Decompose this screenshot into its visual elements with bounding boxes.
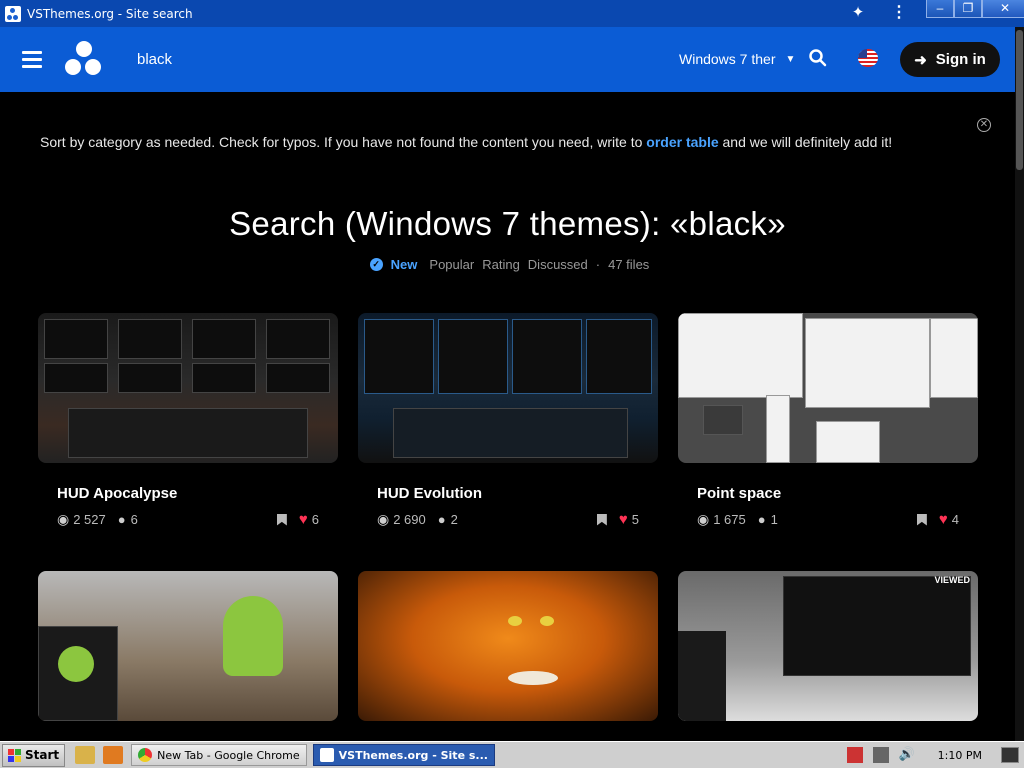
comments-icon: ● <box>437 512 446 527</box>
extensions-puzzle-icon[interactable]: ✦ <box>849 4 867 22</box>
theme-thumbnail[interactable] <box>38 571 338 721</box>
clock[interactable]: 1:10 PM <box>938 749 982 762</box>
theme-stats: ◉ 2 690 ● 2 ♥ 5 <box>377 511 639 528</box>
minimize-button[interactable]: – <box>926 0 954 18</box>
site-favicon-icon <box>5 5 21 22</box>
action-center-icon[interactable] <box>846 747 863 763</box>
theme-card[interactable]: VIEWED <box>678 571 978 721</box>
order-table-link[interactable]: order table <box>646 134 718 150</box>
hamburger-menu-icon[interactable] <box>22 51 42 68</box>
theme-thumbnail[interactable]: VIEWED <box>678 571 978 721</box>
views-count: 2 527 <box>73 512 106 527</box>
taskbar-item-vsthemes[interactable]: VSThemes.org - Site s... <box>312 744 495 766</box>
theme-card[interactable] <box>38 571 338 721</box>
chrome-icon <box>138 748 153 762</box>
views-icon: ◉ <box>697 511 710 527</box>
chevron-down-icon: ▼ <box>785 53 796 65</box>
windows-logo-icon <box>8 748 21 762</box>
comments-count: 2 <box>450 512 458 527</box>
volume-icon[interactable]: 🔊 <box>899 747 915 763</box>
theme-title[interactable]: Point space <box>697 485 781 502</box>
theme-title[interactable]: HUD Apocalypse <box>57 485 177 502</box>
sort-rating[interactable]: Rating <box>482 257 520 272</box>
category-dropdown[interactable]: Windows 7 ther ▼ <box>679 51 795 67</box>
window-controls: – ❐ ✕ <box>926 0 1024 18</box>
views-icon: ◉ <box>57 511 70 527</box>
close-button[interactable]: ✕ <box>982 0 1024 18</box>
close-notice-icon[interactable]: ✕ <box>977 118 991 132</box>
notice-text-after: and we will definitely add it! <box>722 134 893 150</box>
sort-new[interactable]: ✓ New <box>366 257 422 272</box>
category-dropdown-label: Windows 7 ther <box>679 51 776 67</box>
language-flag-icon[interactable] <box>858 49 878 67</box>
theme-title[interactable]: HUD Evolution <box>377 485 482 502</box>
comments-icon: ● <box>117 512 126 527</box>
site-header: black Windows 7 ther ▼ ➜ Sign in <box>0 27 1015 92</box>
theme-thumbnail[interactable] <box>358 571 658 721</box>
restore-button[interactable]: ❐ <box>954 0 982 18</box>
theme-thumbnail[interactable] <box>38 313 338 463</box>
system-tray: 🔊 1:10 PM <box>842 742 1024 768</box>
comments-count: 6 <box>130 512 138 527</box>
comments-icon: ● <box>757 512 766 527</box>
window-title: VSThemes.org - Site search <box>27 6 193 21</box>
browser-menu-icon[interactable]: ⋮ <box>890 4 908 22</box>
windows-taskbar: Start New Tab - Google Chrome VSThemes.o… <box>0 741 1024 768</box>
theme-thumbnail[interactable] <box>358 313 658 463</box>
views-count: 1 675 <box>713 512 746 527</box>
vsthemes-icon <box>319 748 334 762</box>
theme-card[interactable]: HUD Apocalypse ◉ 2 527 ● 6 ♥ 6 <box>38 313 338 528</box>
browser-titlebar: VSThemes.org - Site search ✦ ⋮ – ❐ ✕ <box>0 0 1024 27</box>
sort-bar: ✓ New Popular Rating Discussed · 47 file… <box>0 257 1015 272</box>
bookmark-icon[interactable] <box>916 513 927 526</box>
search-query[interactable]: black <box>137 51 172 68</box>
taskbar-item-label: New Tab - Google Chrome <box>157 748 300 762</box>
sort-popular[interactable]: Popular <box>429 257 474 272</box>
heart-icon[interactable]: ♥ <box>939 511 948 528</box>
page-scrollbar[interactable] <box>1015 27 1024 741</box>
likes-count: 4 <box>951 512 959 527</box>
sign-in-button[interactable]: ➜ Sign in <box>900 42 1000 77</box>
file-count: 47 files <box>608 257 650 272</box>
likes-count: 5 <box>631 512 639 527</box>
sort-new-label: New <box>390 257 418 272</box>
show-desktop-icon[interactable] <box>1001 747 1019 763</box>
views-icon: ◉ <box>377 511 390 527</box>
heart-icon[interactable]: ♥ <box>299 511 308 528</box>
sort-discussed[interactable]: Discussed <box>528 257 588 272</box>
search-notice: Sort by category as needed. Check for ty… <box>40 134 892 150</box>
sign-in-icon: ➜ <box>914 51 927 69</box>
theme-stats: ◉ 1 675 ● 1 ♥ 4 <box>697 511 959 528</box>
check-icon: ✓ <box>369 258 383 271</box>
site-logo[interactable] <box>65 41 103 77</box>
comments-count: 1 <box>770 512 778 527</box>
start-button[interactable]: Start <box>2 743 66 767</box>
taskbar-item-chrome[interactable]: New Tab - Google Chrome <box>131 744 307 766</box>
theme-stats: ◉ 2 527 ● 6 ♥ 6 <box>57 511 319 528</box>
theme-card[interactable]: Point space ◉ 1 675 ● 1 ♥ 4 <box>678 313 978 528</box>
theme-card[interactable]: HUD Evolution ◉ 2 690 ● 2 ♥ 5 <box>358 313 658 528</box>
viewed-badge: VIEWED <box>934 575 970 585</box>
taskbar-item-label: VSThemes.org - Site s... <box>338 748 488 762</box>
network-icon[interactable] <box>872 747 889 763</box>
theme-thumbnail[interactable] <box>678 313 978 463</box>
bookmark-icon[interactable] <box>276 513 287 526</box>
theme-card[interactable] <box>358 571 658 721</box>
views-count: 2 690 <box>393 512 426 527</box>
heart-icon[interactable]: ♥ <box>619 511 628 528</box>
page-title: Search (Windows 7 themes): «black» <box>229 205 786 242</box>
media-player-icon[interactable] <box>103 746 124 764</box>
sign-in-label: Sign in <box>935 51 986 68</box>
explorer-icon[interactable] <box>75 746 96 764</box>
likes-count: 6 <box>311 512 319 527</box>
scrollbar-thumb[interactable] <box>1016 30 1023 170</box>
sort-separator: · <box>595 257 601 272</box>
start-label: Start <box>25 748 60 762</box>
notice-text-before: Sort by category as needed. Check for ty… <box>40 134 643 150</box>
bookmark-icon[interactable] <box>596 513 607 526</box>
search-icon[interactable] <box>808 48 828 68</box>
